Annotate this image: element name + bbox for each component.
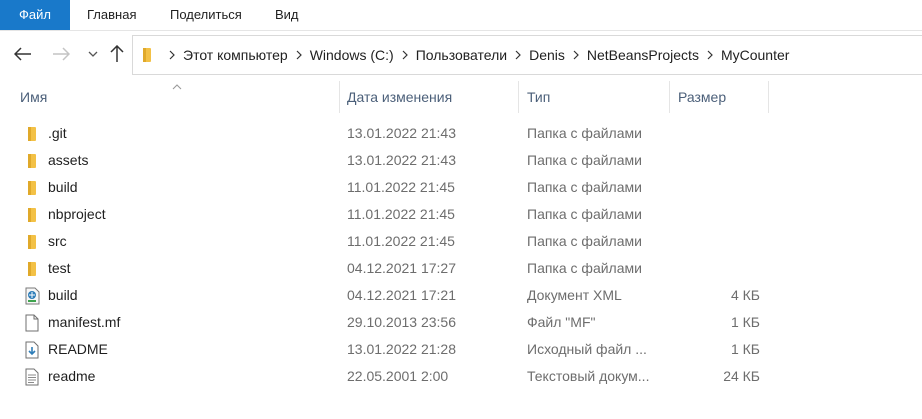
up-button[interactable] [106, 41, 128, 67]
forward-button[interactable] [48, 41, 74, 67]
column-divider[interactable] [518, 81, 519, 113]
file-size [670, 255, 760, 282]
chevron-right-icon[interactable] [161, 50, 183, 60]
file-name: .git [48, 125, 67, 141]
file-date: 11.01.2022 21:45 [347, 206, 455, 222]
tab-home[interactable]: Главная [87, 0, 136, 30]
file-type: Папка с файлами [527, 260, 642, 276]
folder-icon [22, 174, 42, 201]
file-row[interactable]: build 11.01.2022 21:45 Папка с файлами [0, 174, 922, 201]
file-size [670, 201, 760, 228]
file-date: 29.10.2013 23:56 [347, 314, 456, 330]
tab-share[interactable]: Поделиться [170, 0, 242, 30]
column-header-type[interactable]: Тип [527, 79, 550, 115]
file-name: nbproject [48, 206, 106, 222]
chevron-right-icon[interactable] [565, 50, 587, 60]
breadcrumb-users[interactable]: Пользователи [416, 47, 507, 63]
breadcrumb-netbeansprojects[interactable]: NetBeansProjects [587, 47, 699, 63]
file-date: 11.01.2022 21:45 [347, 233, 455, 249]
file-size [670, 228, 760, 255]
file-row[interactable]: assets 13.01.2022 21:43 Папка с файлами [0, 147, 922, 174]
breadcrumb-mycounter[interactable]: MyCounter [721, 47, 789, 63]
folder-icon [22, 147, 42, 174]
file-row[interactable]: build 04.12.2021 17:21 Документ XML 4 КБ [0, 282, 922, 309]
file-name: build [48, 179, 78, 195]
breadcrumb-denis[interactable]: Denis [529, 47, 565, 63]
file-name: manifest.mf [48, 314, 121, 330]
file-size: 24 КБ [723, 368, 760, 384]
file-date: 04.12.2021 17:27 [347, 260, 456, 276]
arrow-up-icon [110, 45, 124, 62]
column-header-size[interactable]: Размер [678, 79, 726, 115]
file-row[interactable]: README 13.01.2022 21:28 Исходный файл ..… [0, 336, 922, 363]
back-button[interactable] [10, 41, 36, 67]
file-size [670, 174, 760, 201]
file-row[interactable]: test 04.12.2021 17:27 Папка с файлами [0, 255, 922, 282]
arrow-left-icon [14, 47, 31, 61]
column-divider[interactable] [339, 81, 340, 113]
tab-view[interactable]: Вид [275, 0, 299, 30]
text-file-icon [22, 363, 42, 390]
file-type: Папка с файлами [527, 206, 642, 222]
breadcrumb-drive-c[interactable]: Windows (C:) [310, 47, 394, 63]
column-header-date[interactable]: Дата изменения [347, 79, 452, 115]
file-size [670, 147, 760, 174]
file-type: Исходный файл ... [527, 341, 647, 357]
column-headers: Имя Дата изменения Тип Размер [0, 79, 922, 115]
file-date: 13.01.2022 21:43 [347, 125, 456, 141]
file-row[interactable]: readme 22.05.2001 2:00 Текстовый докум..… [0, 363, 922, 390]
file-name: readme [48, 368, 96, 384]
recent-locations-button[interactable] [84, 41, 102, 67]
file-size [670, 120, 760, 147]
file-size: 1 КБ [730, 341, 760, 357]
file-date: 22.05.2001 2:00 [347, 368, 449, 384]
address-bar[interactable]: Этот компьютер Windows (C:) Пользователи… [132, 35, 922, 75]
source-file-icon [22, 336, 42, 363]
file-date: 13.01.2022 21:28 [347, 341, 456, 357]
folder-icon [22, 201, 42, 228]
folder-icon [22, 120, 42, 147]
file-row[interactable]: .git 13.01.2022 21:43 Папка с файлами [0, 120, 922, 147]
column-divider[interactable] [669, 81, 670, 113]
folder-icon [22, 228, 42, 255]
folder-icon [133, 47, 161, 63]
file-type: Папка с файлами [527, 125, 642, 141]
file-type: Папка с файлами [527, 179, 642, 195]
file-type: Файл "MF" [527, 314, 596, 330]
file-row[interactable]: manifest.mf 29.10.2013 23:56 Файл "MF" 1… [0, 309, 922, 336]
arrow-right-icon [53, 47, 70, 61]
chevron-down-icon [88, 51, 98, 57]
file-name: assets [48, 152, 89, 168]
file-row[interactable]: nbproject 11.01.2022 21:45 Папка с файла… [0, 201, 922, 228]
blank-file-icon [22, 309, 42, 336]
column-header-name[interactable]: Имя [20, 79, 47, 115]
navigation-bar: Этот компьютер Windows (C:) Пользователи… [0, 31, 922, 77]
file-name: src [48, 233, 67, 249]
sort-ascending-icon [172, 77, 182, 93]
column-divider[interactable] [768, 81, 769, 113]
chevron-right-icon[interactable] [699, 50, 721, 60]
file-type: Папка с файлами [527, 152, 642, 168]
file-size: 1 КБ [730, 314, 760, 330]
file-name: test [48, 260, 71, 276]
chevron-right-icon[interactable] [288, 50, 310, 60]
ribbon: Файл Главная Поделиться Вид [0, 0, 922, 30]
file-type: Текстовый докум... [527, 368, 650, 384]
folder-icon [22, 255, 42, 282]
tab-file[interactable]: Файл [0, 0, 70, 30]
chevron-right-icon[interactable] [507, 50, 529, 60]
file-list: .git 13.01.2022 21:43 Папка с файлами as… [0, 120, 922, 390]
file-date: 13.01.2022 21:43 [347, 152, 456, 168]
chevron-right-icon[interactable] [394, 50, 416, 60]
file-name: build [48, 287, 78, 303]
breadcrumb-this-pc[interactable]: Этот компьютер [183, 47, 288, 63]
file-type: Документ XML [527, 287, 622, 303]
file-row[interactable]: src 11.01.2022 21:45 Папка с файлами [0, 228, 922, 255]
file-date: 04.12.2021 17:21 [347, 287, 456, 303]
file-name: README [48, 341, 108, 357]
file-type: Папка с файлами [527, 233, 642, 249]
file-size: 4 КБ [730, 287, 760, 303]
xml-file-icon [22, 282, 42, 309]
file-date: 11.01.2022 21:45 [347, 179, 455, 195]
